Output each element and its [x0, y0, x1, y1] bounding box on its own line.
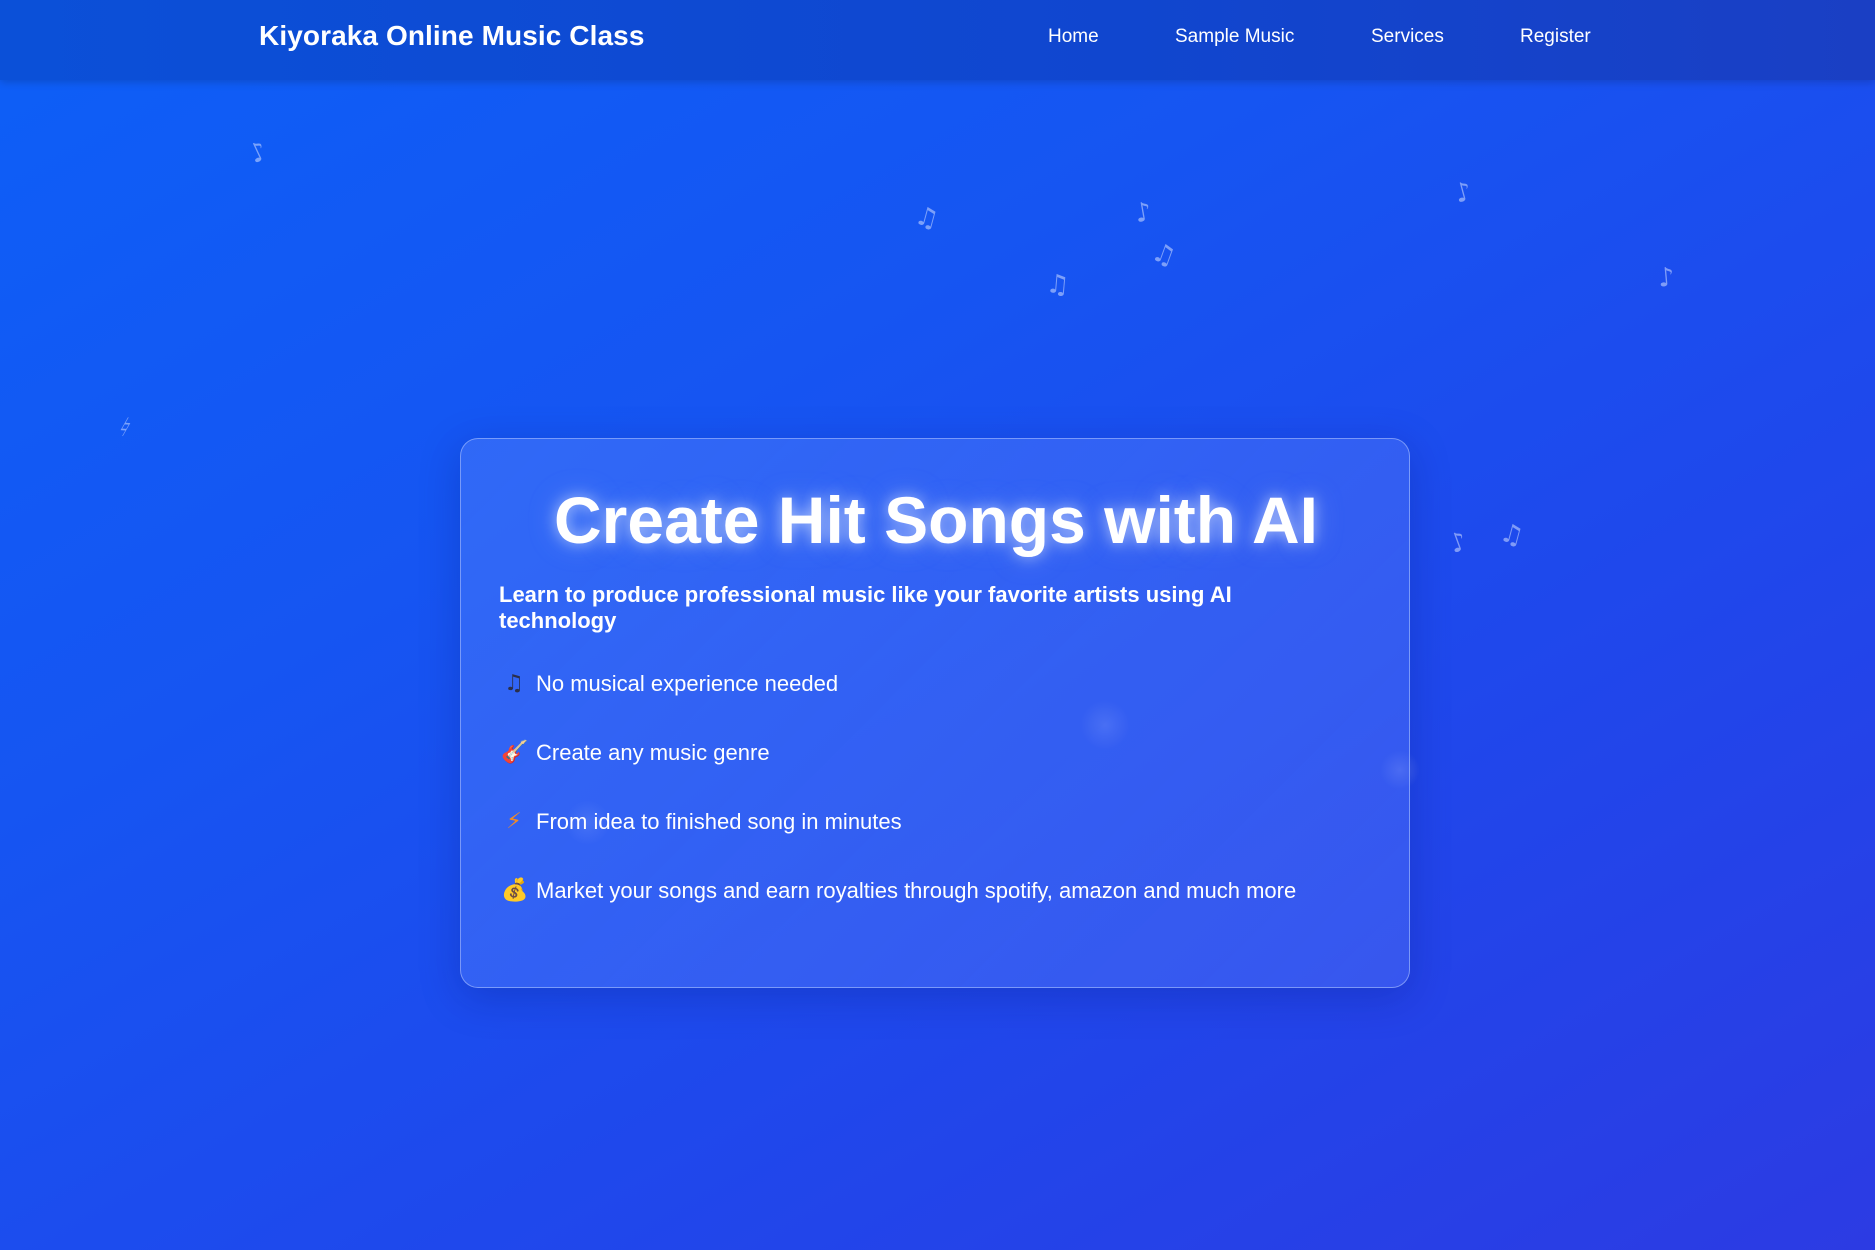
floating-note-icon: ♫	[911, 200, 942, 236]
feature-item: ♫ No musical experience needed	[501, 671, 1296, 740]
floating-note-icon: ♪	[1656, 262, 1676, 294]
floating-note-icon: ♪	[1445, 526, 1472, 560]
hero-subtitle: Learn to produce professional music like…	[499, 582, 1232, 633]
nav-link-register[interactable]: Register	[1520, 26, 1591, 48]
guitar-icon: 🎸	[501, 740, 529, 765]
feature-text: No musical experience needed	[536, 671, 839, 696]
nav-link-home[interactable]: Home	[1048, 26, 1099, 48]
floating-note-icon: ♫	[1044, 269, 1071, 301]
money-bag-icon: 💰	[501, 878, 529, 903]
floating-note-icon: ♫	[1496, 517, 1527, 553]
hero-title: Create Hit Songs with AI	[554, 483, 1318, 557]
feature-text: From idea to finished song in minutes	[536, 809, 902, 834]
music-note-icon: ♫	[504, 671, 524, 696]
feature-item: ⚡ From idea to finished song in minutes	[501, 809, 1296, 878]
feature-list: ♫ No musical experience needed 🎸 Create …	[501, 671, 1296, 947]
feature-text: Create any music genre	[536, 740, 770, 765]
hero-card: Create Hit Songs with AI Learn to produc…	[460, 438, 1410, 988]
brand-title[interactable]: Kiyoraka Online Music Class	[259, 20, 645, 52]
feature-item: 🎸 Create any music genre	[501, 740, 1296, 809]
lightning-icon: ⚡	[506, 809, 522, 834]
feature-text: Market your songs and earn royalties thr…	[536, 878, 1297, 903]
floating-note-icon: ♪	[244, 135, 273, 171]
floating-note-icon: ♮	[113, 412, 137, 444]
floating-note-icon: ♪	[1132, 196, 1155, 230]
floating-note-icon: ♫	[1147, 236, 1180, 274]
floating-note-icon: ♪	[1451, 176, 1476, 210]
nav-link-sample-music[interactable]: Sample Music	[1175, 26, 1294, 48]
feature-item: 💰 Market your songs and earn royalties t…	[501, 878, 1296, 947]
nav-link-services[interactable]: Services	[1371, 26, 1444, 48]
navbar: Kiyoraka Online Music Class Home Sample …	[0, 0, 1875, 80]
